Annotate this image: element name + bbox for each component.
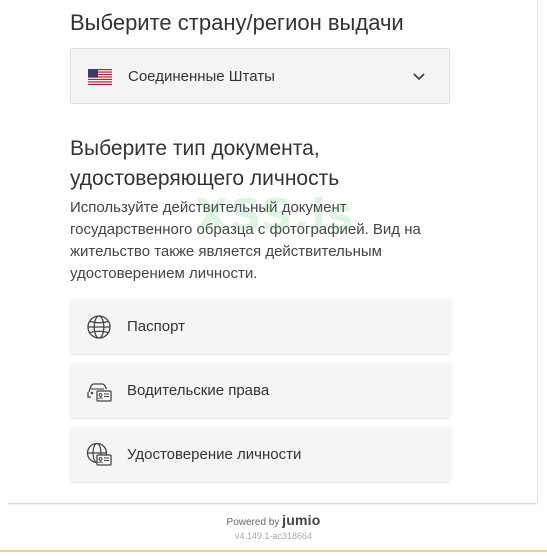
id-card-option[interactable]: Удостоверение личности	[70, 427, 451, 482]
jumio-logo: jumio	[282, 512, 321, 528]
car-license-icon	[87, 383, 112, 402]
powered-by: Powered by jumio	[0, 512, 547, 528]
drivers-license-label: Водительские права	[127, 382, 270, 399]
country-select[interactable]: Соединенные Штаты	[70, 48, 450, 104]
globe-icon	[87, 315, 111, 339]
country-heading: Выберите страну/регион выдачи	[70, 10, 404, 35]
bottom-accent-bar	[0, 550, 547, 552]
us-flag-icon	[88, 69, 112, 85]
footer-divider-shadow	[8, 504, 537, 505]
passport-option[interactable]: Паспорт	[70, 299, 451, 354]
version-text: v4.149.1-ac318664	[234, 531, 313, 541]
document-description: Используйте действительный документ госу…	[70, 199, 421, 282]
id-card-icon	[86, 442, 112, 466]
document-heading: Выберите тип документа, удостоверяющего …	[70, 137, 340, 190]
powered-by-text: Powered by	[226, 517, 280, 528]
frame-border	[537, 0, 538, 503]
drivers-license-option[interactable]: Водительские права	[70, 363, 451, 418]
id-card-label: Удостоверение личности	[127, 446, 302, 463]
passport-label: Паспорт	[127, 318, 185, 335]
chevron-down-icon	[413, 73, 425, 81]
selected-country: Соединенные Штаты	[128, 68, 275, 85]
